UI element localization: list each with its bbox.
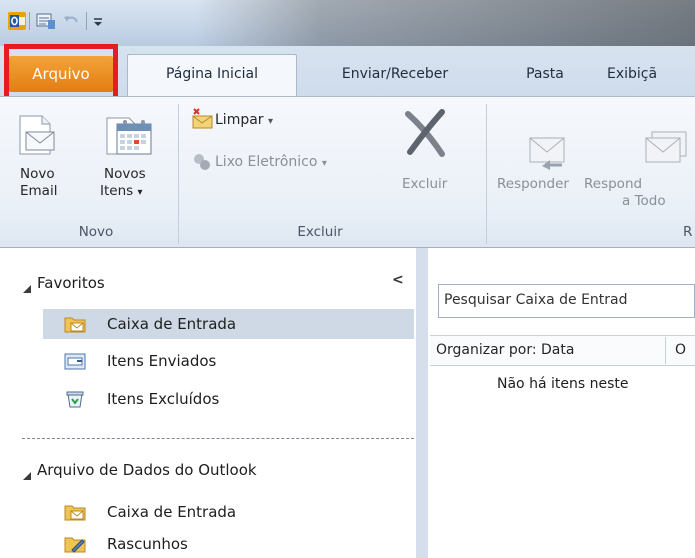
nav-item-inbox[interactable]: Caixa de Entrada [107, 315, 236, 333]
expand-triangle-icon[interactable] [22, 466, 32, 480]
favorites-header[interactable]: Favoritos [37, 274, 105, 292]
group-title-responder: R [683, 224, 693, 240]
tab-folder[interactable]: Pasta [510, 56, 580, 92]
group-title-novo: Novo [78, 224, 114, 240]
customize-qat-icon[interactable] [92, 12, 110, 30]
inbox-folder-icon [64, 502, 86, 522]
data-file-header[interactable]: Arquivo de Dados do Outlook [37, 461, 257, 479]
new-email-label-1[interactable]: Novo [20, 166, 60, 183]
reply-all-label-1[interactable]: Respond [584, 176, 695, 193]
reply-label[interactable]: Responder [497, 176, 577, 193]
reply-all-icon[interactable] [640, 128, 695, 172]
empty-folder-message: Não há itens neste [497, 376, 629, 392]
group-separator [178, 104, 179, 244]
outlook-logo-icon[interactable] [8, 12, 26, 30]
tab-home[interactable]: Página Inicial [127, 56, 297, 92]
new-email-label-2[interactable]: Email [20, 183, 60, 200]
inbox-folder-icon [64, 314, 86, 334]
nav-item-sent[interactable]: Itens Enviados [107, 352, 216, 370]
new-items-label-text: Itens [100, 183, 134, 199]
pane-splitter[interactable] [416, 248, 428, 558]
undo-icon[interactable] [62, 12, 80, 30]
sort-order-button[interactable]: O [675, 342, 695, 358]
send-receive-icon[interactable] [36, 12, 55, 30]
group-title-excluir: Excluir [297, 224, 343, 240]
reply-icon[interactable] [524, 130, 570, 170]
clean-up-icon[interactable] [190, 107, 214, 131]
delete-icon[interactable] [400, 108, 450, 158]
chevron-down-icon: ▾ [137, 187, 143, 198]
junk-label: Lixo Eletrônico [215, 154, 318, 170]
chevron-down-icon: ▾ [321, 158, 327, 169]
clean-up-label: Limpar [215, 112, 264, 128]
collapse-pane-icon[interactable]: < [392, 272, 404, 288]
section-divider [22, 438, 414, 439]
qat-separator [29, 12, 30, 30]
nav-item-data-inbox[interactable]: Caixa de Entrada [107, 503, 236, 521]
sort-by-date[interactable]: Organizar por: Data [436, 342, 574, 358]
drafts-icon [64, 534, 86, 554]
nav-item-drafts[interactable]: Rascunhos [107, 535, 188, 553]
group-separator [486, 104, 487, 244]
new-email-icon[interactable] [12, 112, 62, 156]
column-divider [665, 337, 666, 364]
junk-icon[interactable] [190, 150, 214, 174]
sent-items-icon [64, 351, 86, 371]
qat-separator [86, 12, 87, 30]
tab-view[interactable]: Exibiçã [607, 56, 695, 92]
expand-triangle-icon[interactable] [22, 279, 32, 293]
deleted-items-icon [65, 389, 85, 409]
new-items-label-2[interactable]: Itens ▾ [100, 183, 170, 201]
search-placeholder: Pesquisar Caixa de Entrad [444, 292, 628, 308]
reply-all-label-2[interactable]: a Todo [622, 193, 695, 210]
delete-label[interactable]: Excluir [402, 176, 462, 193]
nav-item-deleted[interactable]: Itens Excluídos [107, 390, 219, 408]
tab-send-receive[interactable]: Enviar/Receber [305, 56, 485, 92]
new-items-icon[interactable] [101, 110, 159, 160]
junk-button[interactable]: Lixo Eletrônico ▾ [215, 154, 375, 172]
new-items-label-1[interactable]: Novos [104, 166, 154, 183]
clean-up-button[interactable]: Limpar ▾ [215, 112, 315, 130]
title-bar-shade [195, 0, 695, 46]
chevron-down-icon: ▾ [268, 116, 274, 127]
